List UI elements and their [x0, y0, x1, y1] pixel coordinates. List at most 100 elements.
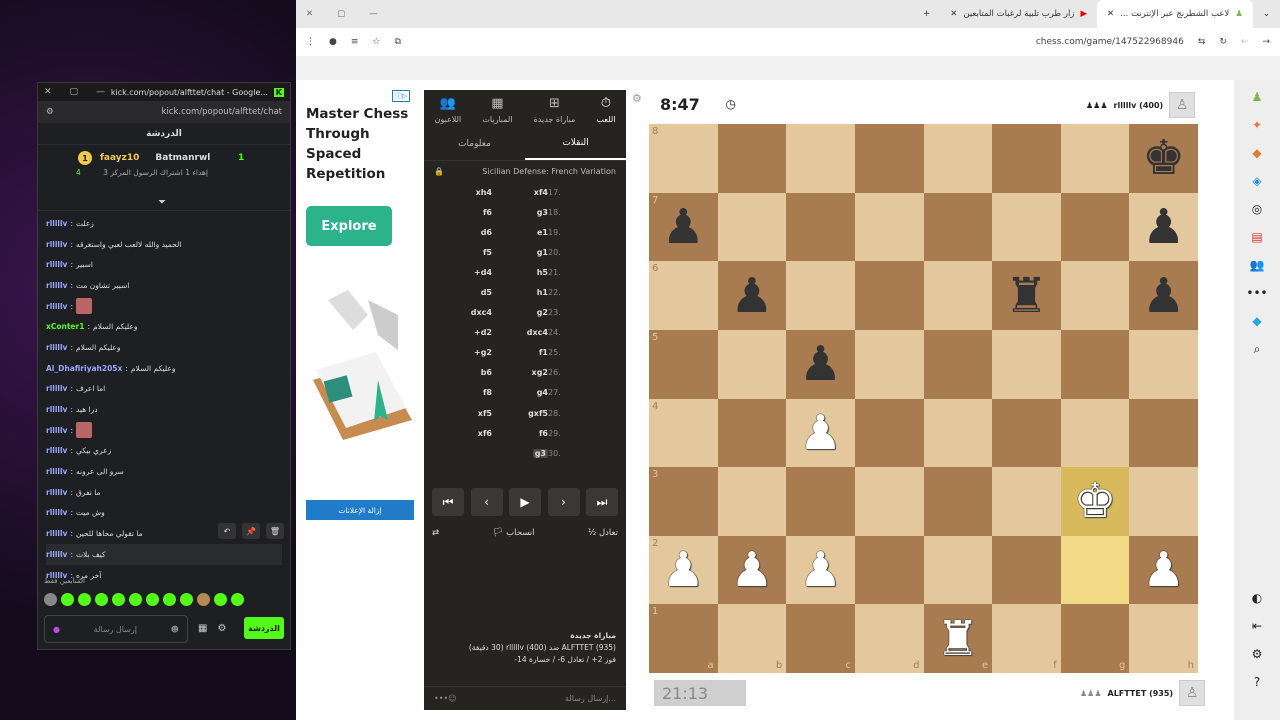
square-b4[interactable] [717, 398, 787, 468]
white-move[interactable]: xf4 [492, 188, 548, 197]
close-icon[interactable]: ✕ [44, 87, 52, 97]
chat-message[interactable]: زعلت: rlllllv [46, 213, 282, 234]
diamond-icon[interactable]: ◆ [1252, 314, 1261, 328]
square-f5[interactable] [992, 329, 1061, 399]
white-move[interactable]: g3 [492, 208, 548, 217]
chat-message[interactable]: درا هيد: rlllllv [46, 399, 282, 420]
resign-button[interactable]: 🏳 انسحاب [493, 528, 535, 538]
square-c3[interactable] [786, 467, 855, 536]
chat-message[interactable]: سرو الى عرونه: rlllllv [46, 461, 282, 482]
square-e1[interactable]: e ♜ [923, 604, 993, 673]
white-move[interactable]: f1 [492, 348, 548, 357]
url-text[interactable]: chess.com/game/147522968946 [1036, 37, 1184, 47]
chat-message[interactable]: اسبير تشاون مت: rlllllv [46, 275, 282, 296]
forward-icon[interactable]: ← [1241, 37, 1249, 47]
leader2-name[interactable]: Batmanrwl [155, 153, 210, 163]
bookmark-star-icon[interactable]: ☆ [372, 37, 380, 47]
black-pawn-piece[interactable]: ♟ [662, 203, 705, 251]
square-a2[interactable]: 2 ♟ [649, 535, 718, 605]
emoji-icon[interactable]: ☻ [171, 625, 179, 634]
square-e5[interactable] [923, 329, 993, 399]
theme-icon[interactable]: ◐ [1252, 591, 1262, 605]
square-e6[interactable] [923, 261, 993, 330]
square-d6[interactable] [854, 261, 924, 330]
square-e4[interactable] [923, 398, 993, 468]
square-a4[interactable]: 4 [649, 398, 718, 468]
collapse-arrow-icon[interactable]: ⏷ [158, 197, 166, 208]
square-d2[interactable] [854, 535, 924, 605]
chat-message[interactable]: اما اعرف: rlllllv [46, 379, 282, 400]
chat-message[interactable]: كيف بلات: rlllllv [46, 544, 282, 565]
opponent-avatar[interactable]: ♙ [1169, 92, 1196, 118]
square-f7[interactable] [992, 192, 1061, 262]
square-c2[interactable]: ♟ [786, 535, 855, 605]
chat-username[interactable]: rlllllv [46, 529, 67, 538]
square-g8[interactable] [1060, 124, 1130, 193]
reload-icon[interactable]: ↻ [1219, 37, 1227, 47]
white-move[interactable]: g2 [492, 308, 548, 317]
emote-icon[interactable] [163, 593, 176, 606]
square-h1[interactable]: h [1129, 604, 1198, 673]
black-move[interactable]: f8 [432, 388, 492, 397]
minimize-icon[interactable]: — [96, 87, 105, 97]
square-e2[interactable] [923, 535, 993, 605]
chat-message[interactable]: الحميد والله لالعب لعبي واستغرقه: rlllllv [46, 234, 282, 255]
square-g3[interactable]: ♚ [1060, 467, 1130, 536]
white-move[interactable]: e1 [492, 228, 548, 237]
chat-username[interactable]: rlllllv [46, 302, 67, 311]
white-move[interactable]: xg2 [492, 368, 548, 377]
square-f8[interactable] [992, 124, 1061, 193]
chat-username[interactable]: Al_Dhafiriyah205x [46, 364, 122, 373]
emote-icon[interactable] [214, 593, 227, 606]
square-d1[interactable]: d [854, 604, 924, 673]
white-rook-piece[interactable]: ♜ [936, 615, 979, 663]
watch-icon[interactable]: ◈ [1252, 174, 1261, 188]
square-a1[interactable]: 1a [649, 604, 718, 673]
square-b7[interactable] [717, 192, 787, 262]
tab-players[interactable]: 👥 اللاعبون [435, 96, 462, 124]
chat-message[interactable]: : rlllllv [46, 420, 282, 441]
mic-icon[interactable]: ● [53, 625, 60, 634]
chess-board[interactable]: 8 ♚ 7 ♟ ♟ 6 ♟ ♜ ♟ 5 ♟ 4 ♟ 3 ♚ 2 ♟ ♟ ♟ ♟ 1 a b c d e ♜ f g h [649, 124, 1198, 673]
white-move[interactable]: f6 [492, 429, 548, 438]
square-g4[interactable] [1060, 398, 1130, 468]
black-pawn-piece[interactable]: ♟ [1142, 203, 1185, 251]
square-e7[interactable] [923, 192, 993, 262]
square-h6[interactable]: ♟ [1129, 261, 1198, 330]
chat-username[interactable]: rlllllv [46, 219, 67, 228]
flip-board-icon[interactable]: ⇄ [432, 528, 439, 538]
square-c6[interactable] [786, 261, 855, 330]
black-move[interactable]: +d4 [432, 268, 492, 277]
square-h8[interactable]: ♚ [1129, 124, 1198, 193]
square-b5[interactable] [717, 329, 787, 399]
square-h7[interactable]: ♟ [1129, 192, 1198, 262]
last-move-button[interactable]: ⏭ [586, 488, 618, 516]
close-icon[interactable]: ✕ [306, 9, 313, 19]
black-move[interactable]: f5 [432, 248, 492, 257]
square-e8[interactable] [923, 124, 993, 193]
square-f3[interactable] [992, 467, 1061, 536]
pawn-icon[interactable]: ♟ [1252, 90, 1263, 104]
chat-username[interactable]: rlllllv [46, 467, 67, 476]
more-icon[interactable]: ••• [1246, 286, 1267, 300]
reply-icon[interactable]: ↶ [218, 523, 236, 539]
square-f6[interactable]: ♜ [992, 261, 1061, 330]
explore-button[interactable]: Explore [306, 206, 392, 246]
emote-icon[interactable] [146, 593, 159, 606]
chat-username[interactable]: rlllllv [46, 405, 67, 414]
white-move[interactable]: h5 [492, 268, 548, 277]
square-f2[interactable] [992, 535, 1061, 605]
prev-move-button[interactable]: ‹ [470, 488, 503, 516]
white-pawn-piece[interactable]: ♟ [730, 546, 773, 594]
search-icon[interactable]: ⌕ [1254, 342, 1261, 357]
square-f4[interactable] [992, 398, 1061, 468]
maximize-icon[interactable]: ▢ [337, 9, 345, 19]
chat-message[interactable]: ما تفرق: rlllllv [46, 482, 282, 503]
emote-icon[interactable] [78, 593, 91, 606]
black-pawn-piece[interactable]: ♟ [1142, 272, 1185, 320]
maximize-icon[interactable]: ▢ [70, 87, 79, 97]
square-d7[interactable] [854, 192, 924, 262]
black-move[interactable]: xh4 [432, 188, 492, 197]
chat-username[interactable]: rlllllv [46, 260, 67, 269]
chat-message[interactable]: : rlllllv [46, 296, 282, 317]
